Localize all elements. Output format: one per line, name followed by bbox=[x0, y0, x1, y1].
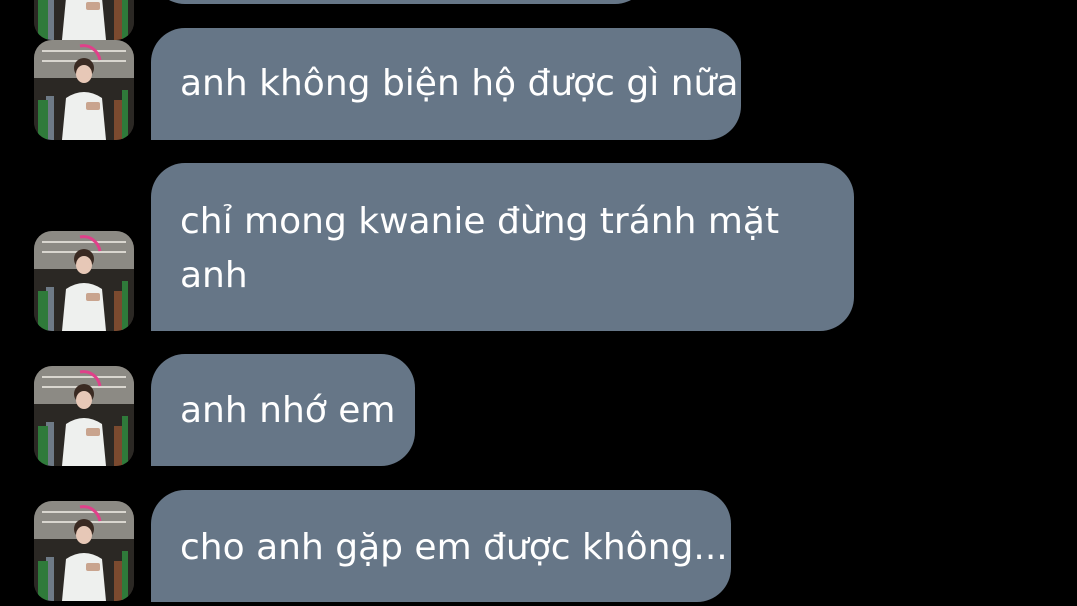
profile-photo-icon bbox=[34, 231, 134, 331]
sender-avatar[interactable] bbox=[34, 501, 134, 601]
sender-avatar[interactable] bbox=[34, 40, 134, 140]
message-text: chỉ mong kwanie đừng tránh mặt anh bbox=[180, 201, 780, 296]
message-bubble[interactable]: cho anh gặp em được không... bbox=[151, 490, 731, 602]
message-text: cho anh gặp em được không... bbox=[180, 527, 728, 568]
message-text: anh nhớ em bbox=[180, 390, 396, 431]
message-bubble[interactable]: anh nhớ em bbox=[151, 354, 415, 466]
sender-avatar[interactable] bbox=[34, 231, 134, 331]
chat-thread[interactable]: anh không biện hộ được gì nữa chỉ mong k… bbox=[0, 0, 1077, 606]
message-bubble[interactable] bbox=[151, 0, 649, 4]
message-bubble[interactable]: anh không biện hộ được gì nữa bbox=[151, 28, 741, 140]
profile-photo-icon bbox=[34, 366, 134, 466]
message-bubble[interactable]: chỉ mong kwanie đừng tránh mặt anh bbox=[151, 163, 854, 331]
message-text: anh không biện hộ được gì nữa bbox=[180, 63, 739, 104]
profile-photo-icon bbox=[34, 40, 134, 140]
sender-avatar[interactable] bbox=[34, 366, 134, 466]
profile-photo-icon bbox=[34, 0, 134, 40]
sender-avatar[interactable] bbox=[34, 0, 134, 40]
profile-photo-icon bbox=[34, 501, 134, 601]
